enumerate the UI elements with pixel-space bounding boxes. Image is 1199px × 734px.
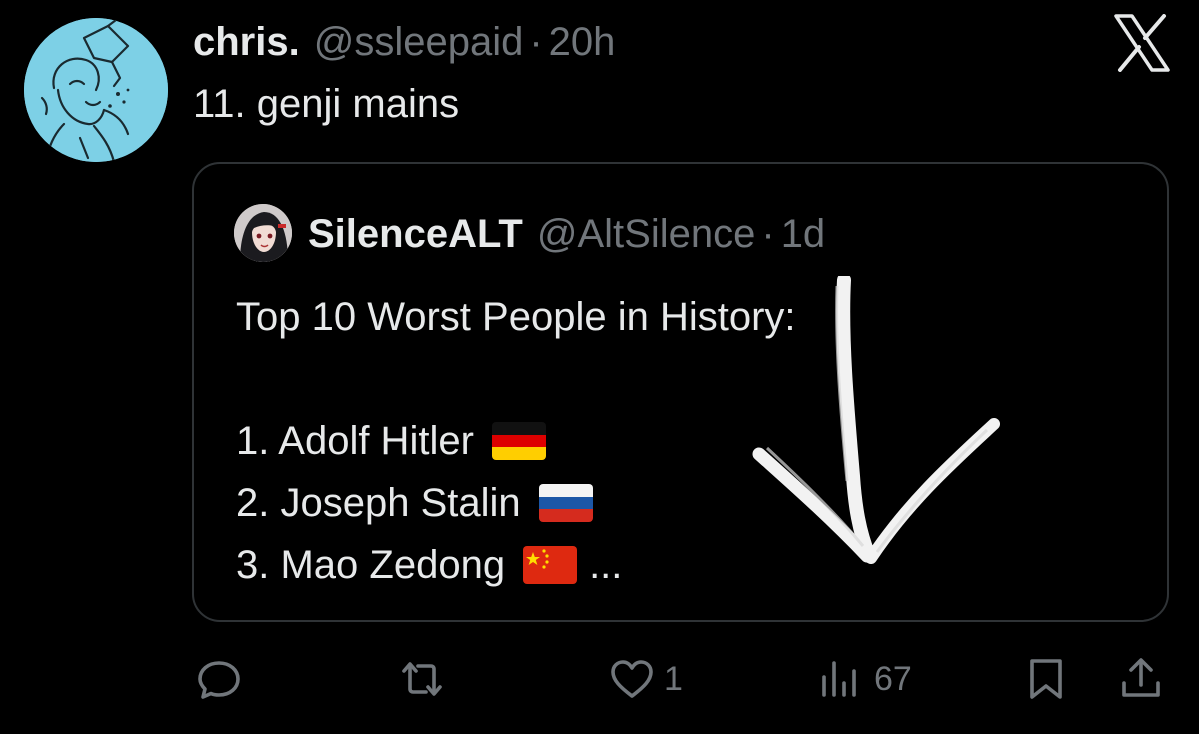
tweet-timestamp[interactable]: 20h (549, 18, 616, 66)
list-item-text: 2. Joseph Stalin (236, 481, 521, 525)
bookmark-icon (1030, 659, 1062, 699)
quoted-author-display-name[interactable]: SilenceALT (308, 210, 523, 258)
view-count: 67 (874, 659, 912, 698)
header-separator: · (529, 20, 543, 64)
share-icon (1122, 658, 1160, 697)
quoted-author-handle[interactable]: @AltSilence (537, 210, 755, 258)
like-button[interactable]: 1 (608, 648, 683, 710)
quoted-tweet-text: Top 10 Worst People in History: 1. Adolf… (236, 286, 796, 596)
tweet-text: 11. genji mains (193, 82, 460, 126)
quoted-avatar-illustration (234, 204, 292, 262)
list-item: 1. Adolf Hitler (236, 410, 796, 472)
retweet-button[interactable] (398, 648, 446, 710)
list-item: 2. Joseph Stalin (236, 472, 796, 534)
bookmark-button[interactable] (1022, 648, 1070, 710)
author-avatar[interactable] (24, 18, 168, 162)
reply-button[interactable] (195, 648, 243, 710)
views-icon (822, 661, 856, 697)
china-flag-icon (523, 546, 578, 584)
tweet-action-bar: 1 67 (0, 648, 1199, 710)
quoted-tweet-header: SilenceALT @AltSilence · 1d (308, 210, 825, 258)
truncation-ellipsis: ... (589, 543, 623, 587)
list-item: 3. Mao Zedong ... (236, 534, 796, 596)
list-item-text: 3. Mao Zedong (236, 543, 506, 587)
tweet-header: chris. @ssleepaid · 20h (193, 18, 615, 66)
views-button[interactable]: 67 (818, 648, 912, 710)
retweet-icon (402, 662, 442, 696)
share-button[interactable] (1117, 648, 1165, 710)
author-handle[interactable]: @ssleepaid (314, 18, 524, 66)
avatar-illustration (24, 18, 168, 162)
list-item-text: 1. Adolf Hitler (236, 419, 474, 463)
quoted-header-separator: · (761, 212, 775, 256)
quoted-tweet-title: Top 10 Worst People in History: (236, 295, 796, 339)
like-count: 1 (664, 659, 683, 698)
quoted-tweet-card[interactable]: SilenceALT @AltSilence · 1d Top 10 Worst… (192, 162, 1169, 622)
x-logo-icon[interactable] (1112, 14, 1172, 72)
quoted-tweet-timestamp[interactable]: 1d (781, 210, 826, 258)
reply-icon (198, 661, 240, 699)
quoted-author-avatar[interactable] (234, 204, 292, 262)
germany-flag-icon (491, 422, 546, 460)
heart-icon (611, 660, 653, 698)
down-arrow-drawing-icon (752, 276, 1000, 564)
author-display-name[interactable]: chris. (193, 18, 300, 66)
russia-flag-icon (538, 484, 593, 522)
